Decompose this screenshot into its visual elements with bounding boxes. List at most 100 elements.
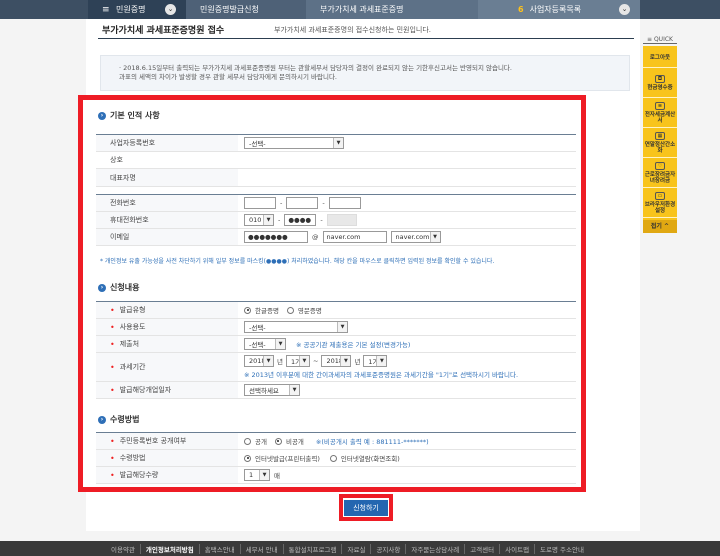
rrn-open-radio[interactable] [244,437,251,445]
quick-menu: ≡ QUICK 로그아웃 ◘ 현금영수증 ≡ 전자세금계산서 ▦ 연말정산간소화 ♡ 근… [643,36,677,233]
chevron-down-icon: ▼ [429,232,440,242]
rrn-closed-radio[interactable] [274,437,282,445]
footer-link[interactable]: 개인정보처리방침 [139,543,199,554]
phone-field-2[interactable] [286,197,319,209]
quick-cash-receipt[interactable]: ◘ 현금영수증 [643,68,677,98]
footer-links: 이용약관 개인정보처리방침 홈택스안내 세무서 안내 통합설치프로그램 자료실 … [106,541,589,556]
chevron-down-icon[interactable]: ⌄ [165,4,176,15]
footer-link[interactable]: 통합설치프로그램 [282,543,342,554]
submit-highlight: 신청하기 [339,494,393,521]
footer: 이용약관 개인정보처리방침 홈택스안내 세무서 안내 통합설치프로그램 자료실 … [0,541,720,556]
table-row: 이메일 ●●●●●●● @ naver.com naver.com ▼ [96,229,576,246]
to-year-select[interactable]: 2018 ▼ [321,355,352,367]
footer-link[interactable]: 이용약관 [106,544,140,554]
type-en-radio[interactable] [286,306,294,314]
method-view-radio[interactable] [329,454,337,462]
table-row: • 주민등록번호 공개여부 공개 비공개 ※(비공개시 출력 예 : 881111… [96,433,576,450]
to-term-select[interactable]: 1기 ▼ [363,355,388,367]
chevron-down-icon: ▼ [263,215,273,225]
quick-year-end[interactable]: ▦ 연말정산간소화 [643,128,677,158]
table-row: • 과세기간 2018 ▼ 년 1기 ▼ ~ 2018 ▼ 년 1기 ▼ ※ 2013년 … [96,353,576,382]
nav-step-2[interactable]: 부가가치세 과세표준증명 [306,0,478,19]
quick-e-tax-invoice[interactable]: ≡ 전자세금계산서 [643,98,677,128]
basic-info-table: 사업자등록번호 -선택- ▼ 상호 대표자명 전화번호 - - 휴대전화번호 01… [96,134,576,246]
privacy-hint: * 개인정보 유출 가능성을 사전 차단하기 위해 일부 정보를 마스킹(●●●… [100,258,495,265]
biz-no-select[interactable]: -선택- ▼ [244,137,344,149]
purpose-select[interactable]: -선택- ▼ [244,321,348,333]
quick-browser-settings[interactable]: ▭ 브라우저환경설정 [643,188,677,218]
open-date-select[interactable]: 선택하세요 ▼ [244,384,300,396]
chevron-down-icon: ▼ [289,385,299,395]
mobile-mid-field[interactable]: ●●●● [284,214,317,226]
receive-table: • 주민등록번호 공개여부 공개 비공개 ※(비공개시 출력 예 : 881111… [96,432,576,484]
footer-link[interactable]: 자료실 [341,543,370,554]
table-row: 상호 [96,152,576,169]
nav-step-1[interactable]: 민원증명발급신청 [186,0,306,19]
footer-link[interactable]: 도로명 주소안내 [534,543,589,554]
quick-logout[interactable]: 로그아웃 [643,48,677,68]
footer-link[interactable]: 사이트맵 [499,543,534,554]
table-row: • 발급해당개업일자 선택하세요 ▼ [96,382,576,399]
method-print-radio[interactable] [244,454,251,462]
section-bullet-icon: › [98,111,106,120]
copies-select[interactable]: 1 ▼ [244,469,270,481]
from-term-select[interactable]: 1기 ▼ [285,355,310,367]
type-kr-radio[interactable] [244,306,251,314]
table-row: • 발급해당수량 1 ▼ 매 [96,467,576,484]
section-basic-heading: › 기본 인적 사항 [98,110,160,121]
chevron-down-icon: ▼ [337,322,347,332]
quick-eitc[interactable]: ♡ 근로장려금자녀장려금 [643,158,677,188]
chevron-down-icon[interactable]: ⌄ [619,4,630,15]
chevron-down-icon: ▼ [259,470,269,480]
quick-close-button[interactable]: 접기 ^ [643,220,677,233]
page-title: 부가가치세 과세표준증명원 접수 [102,26,225,36]
section-receive-heading: › 수령방법 [98,414,139,425]
period-note: ※ 2013년 이후분에 대한 간이과세자의 과세표준증명원은 과세기간을 "1… [244,371,519,379]
email-domain-field[interactable]: naver.com [322,231,387,243]
table-row: • 발급유형 한글증명 영문증명 [96,302,576,319]
page-subtitle: 부가가치세 과세표준증명의 접수신청하는 민원입니다. [274,26,432,34]
title-divider [98,38,634,39]
table-row: • 제출처 -선택- ▼ ※ 공공기관 제출용은 기본 설정(변경가능) [96,336,576,353]
calculator-icon: ▦ [655,131,665,140]
email-domain-select[interactable]: naver.com ▼ [390,231,441,243]
table-row: • 사용용도 -선택- ▼ [96,319,576,336]
chevron-down-icon: ▼ [340,356,351,366]
footer-link[interactable]: 자주묻는상담사례 [405,543,464,554]
chevron-down-icon: ▼ [298,356,309,366]
table-row: 사업자등록번호 -선택- ▼ [96,135,576,152]
breadcrumb: ≡ 민원증명 ⌄ 민원증명발급신청 부가가치세 과세표준증명 6 사업자등록목록… [88,0,640,19]
mobile-last-field[interactable] [326,214,357,226]
submit-button[interactable]: 신청하기 [344,499,388,516]
browser-icon: ▭ [655,191,665,200]
table-row: • 수령방법 인터넷발급(프린터출력) 인터넷열람(화면조회) [96,450,576,467]
footer-link[interactable]: 고객센터 [464,543,499,554]
section-apply-heading: › 신청내용 [98,282,139,293]
phone-field-3[interactable] [328,197,361,209]
from-year-select[interactable]: 2018 ▼ [244,355,274,367]
table-row: 전화번호 - - [96,195,576,212]
footer-link[interactable]: 홈택스안내 [198,543,240,554]
top-nav-bar: ≡ 민원증명 ⌄ 민원증명발급신청 부가가치세 과세표준증명 6 사업자등록목록… [0,0,720,19]
phone-field-1[interactable] [244,197,276,209]
nav-step-3[interactable]: 6 사업자등록목록 ⌄ [478,0,640,19]
chevron-down-icon: ▼ [263,356,273,366]
table-row: 대표자명 [96,169,576,187]
chevron-down-icon: ▼ [376,356,387,366]
document-icon: ≡ [655,101,665,110]
heart-icon: ♡ [655,161,665,170]
nav-home[interactable]: ≡ 민원증명 ⌄ [88,0,186,19]
lock-icon: ◘ [655,74,665,83]
submit-to-select[interactable]: -선택- ▼ [244,338,286,350]
menu-icon: ≡ [102,4,110,15]
section-bullet-icon: › [98,283,106,292]
chevron-down-icon: ▼ [275,339,285,349]
table-row: 휴대전화번호 010 ▼ - ●●●● - [96,212,576,229]
chevron-down-icon: ▼ [333,138,343,148]
footer-link[interactable]: 공지사항 [370,543,405,554]
section-bullet-icon: › [98,415,106,424]
notice-box: · 2018.6.15일부터 출력되는 부가가치세 과세표준증명원 부터는 관할… [100,55,630,91]
footer-link[interactable]: 세무서 안내 [239,543,283,554]
mobile-prefix-select[interactable]: 010 ▼ [244,214,274,226]
email-local-field[interactable]: ●●●●●●● [244,231,308,243]
